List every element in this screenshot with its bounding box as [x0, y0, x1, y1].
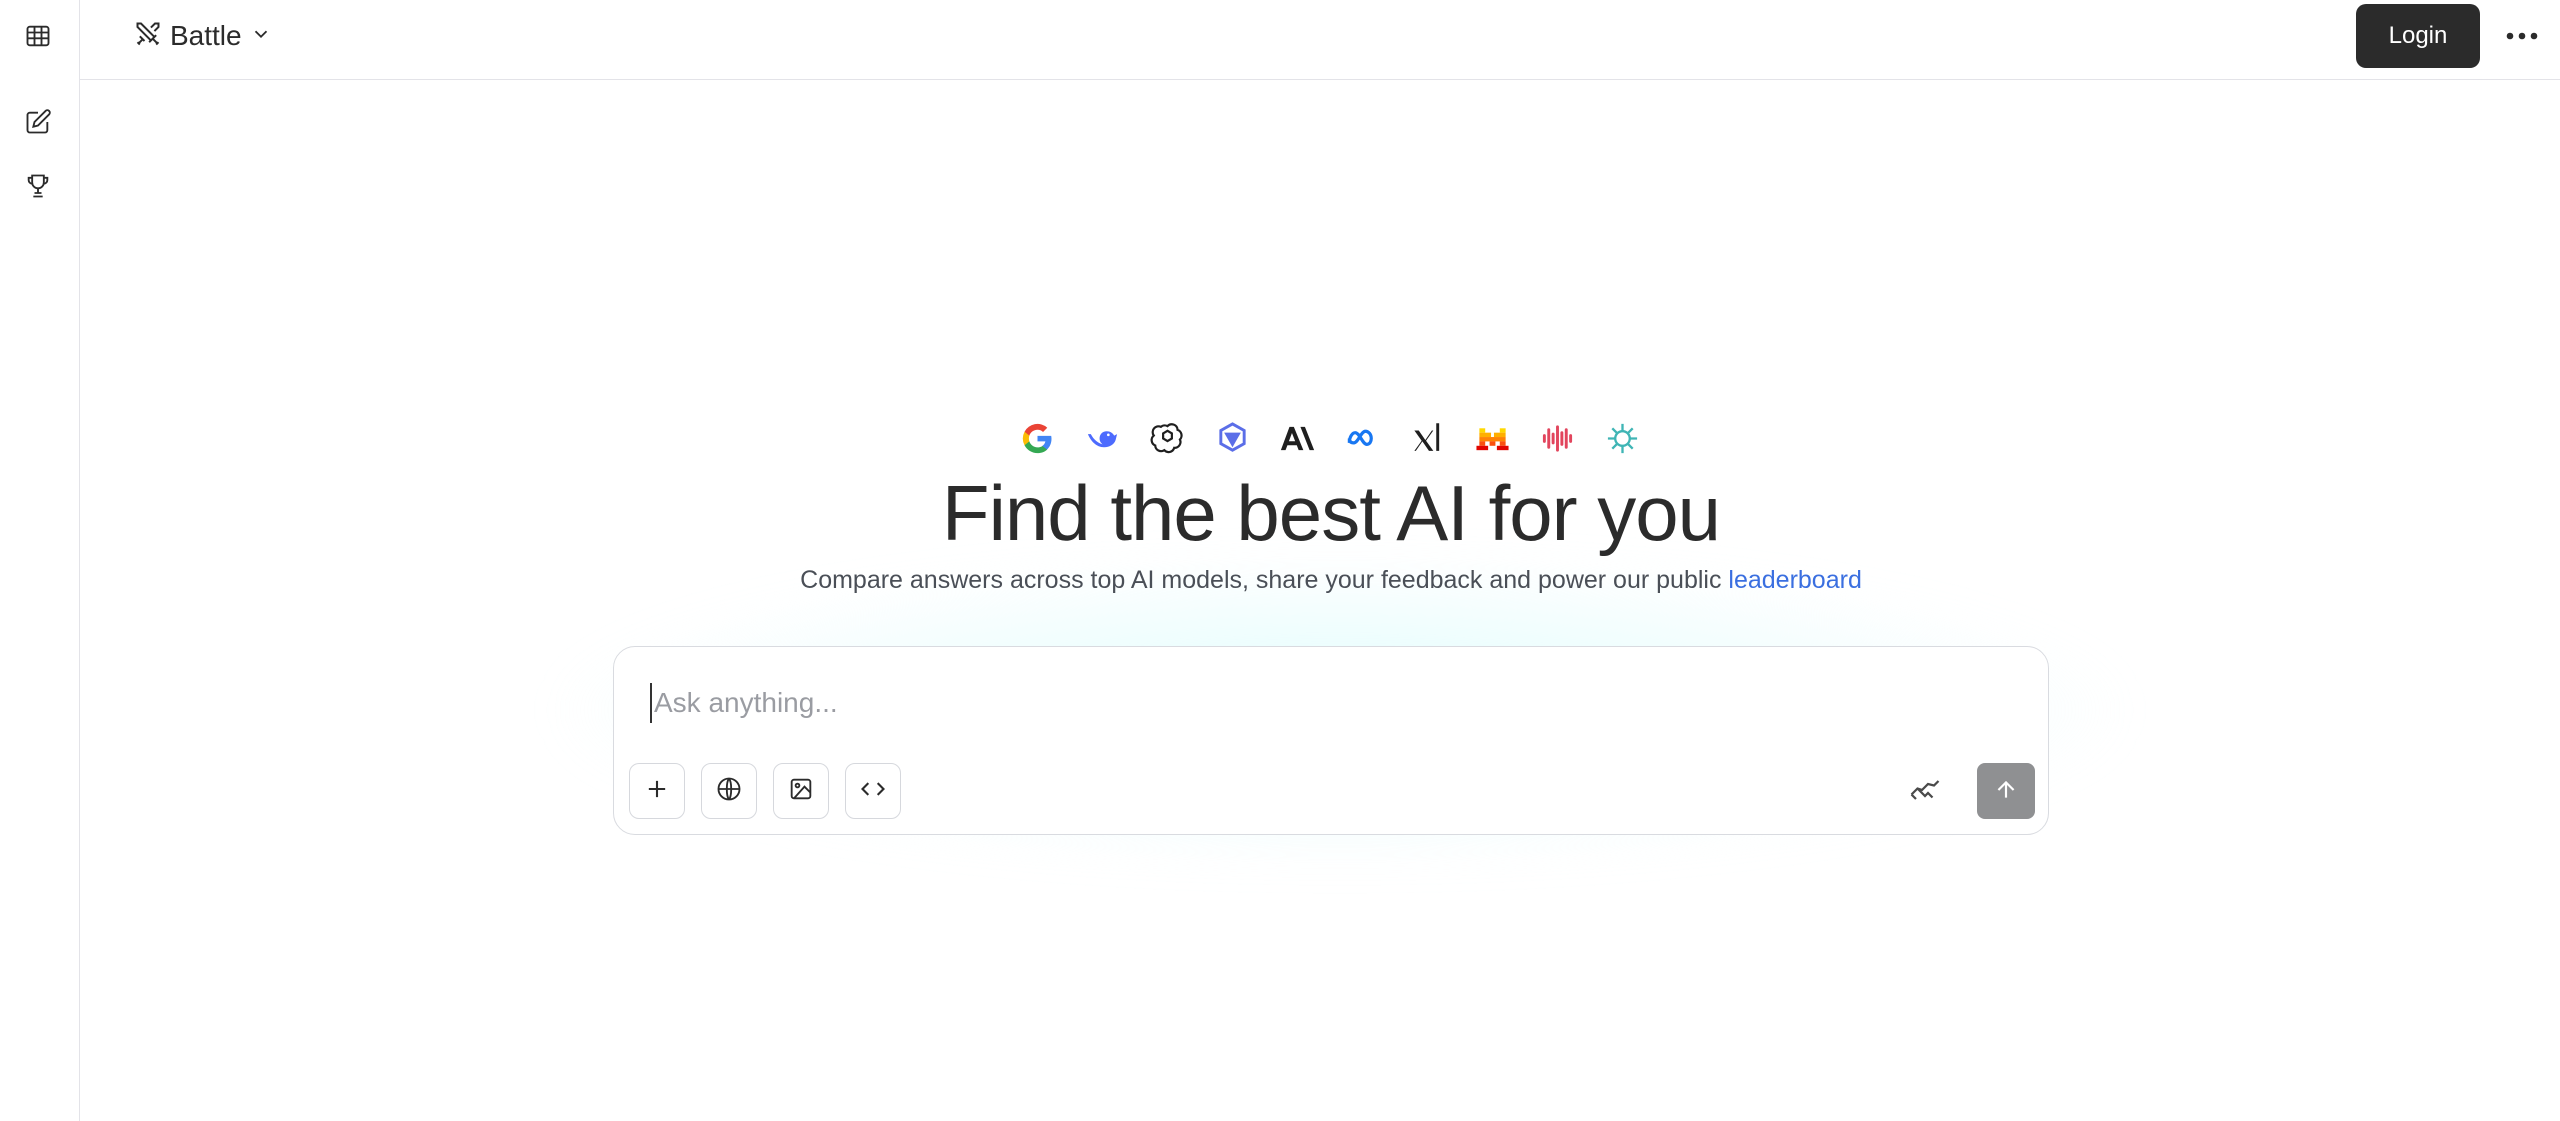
new-chat-icon[interactable] — [18, 102, 58, 142]
prompt-composer — [613, 646, 2049, 835]
login-button[interactable]: Login — [2356, 4, 2480, 68]
image-button[interactable] — [773, 763, 829, 819]
hero-subtitle-text: Compare answers across top AI models, sh… — [800, 566, 1729, 594]
hero-subtitle: Compare answers across top AI models, sh… — [0, 566, 2560, 595]
google-icon — [1020, 421, 1055, 456]
handshake-icon[interactable] — [1902, 767, 1948, 813]
leaderboard-link[interactable]: leaderboard — [1728, 566, 1861, 594]
code-button[interactable] — [845, 763, 901, 819]
send-button[interactable] — [1977, 763, 2035, 819]
hero-title: Find the best AI for you — [941, 469, 1721, 557]
qwen-icon — [1215, 421, 1250, 456]
attach-button[interactable] — [629, 763, 685, 819]
web-search-button[interactable] — [701, 763, 757, 819]
model-logos-row — [1020, 418, 1640, 458]
mode-label: Battle — [170, 20, 242, 51]
mode-selector[interactable]: Battle — [128, 16, 278, 56]
globe-icon — [715, 775, 743, 808]
deepseek-icon — [1085, 421, 1120, 456]
xai-icon — [1410, 421, 1445, 456]
openai-icon — [1150, 421, 1185, 456]
mistral-icon — [1475, 421, 1510, 456]
code-icon — [859, 775, 887, 808]
arrow-up-icon — [1993, 777, 2019, 806]
leaderboard-table-icon[interactable] — [18, 16, 58, 56]
plus-icon — [643, 775, 671, 808]
chevron-down-icon — [250, 23, 272, 50]
minimax-icon — [1540, 421, 1575, 456]
anthropic-icon — [1280, 421, 1315, 456]
zhipu-icon — [1605, 421, 1640, 456]
prompt-input[interactable] — [650, 683, 1950, 723]
more-options-icon[interactable] — [2500, 14, 2544, 58]
trophy-icon[interactable] — [18, 166, 58, 206]
swords-icon — [134, 20, 162, 53]
image-icon — [787, 775, 815, 808]
meta-icon — [1345, 421, 1380, 456]
top-bar: Battle Login — [80, 0, 2560, 80]
left-sidebar — [0, 0, 80, 1121]
